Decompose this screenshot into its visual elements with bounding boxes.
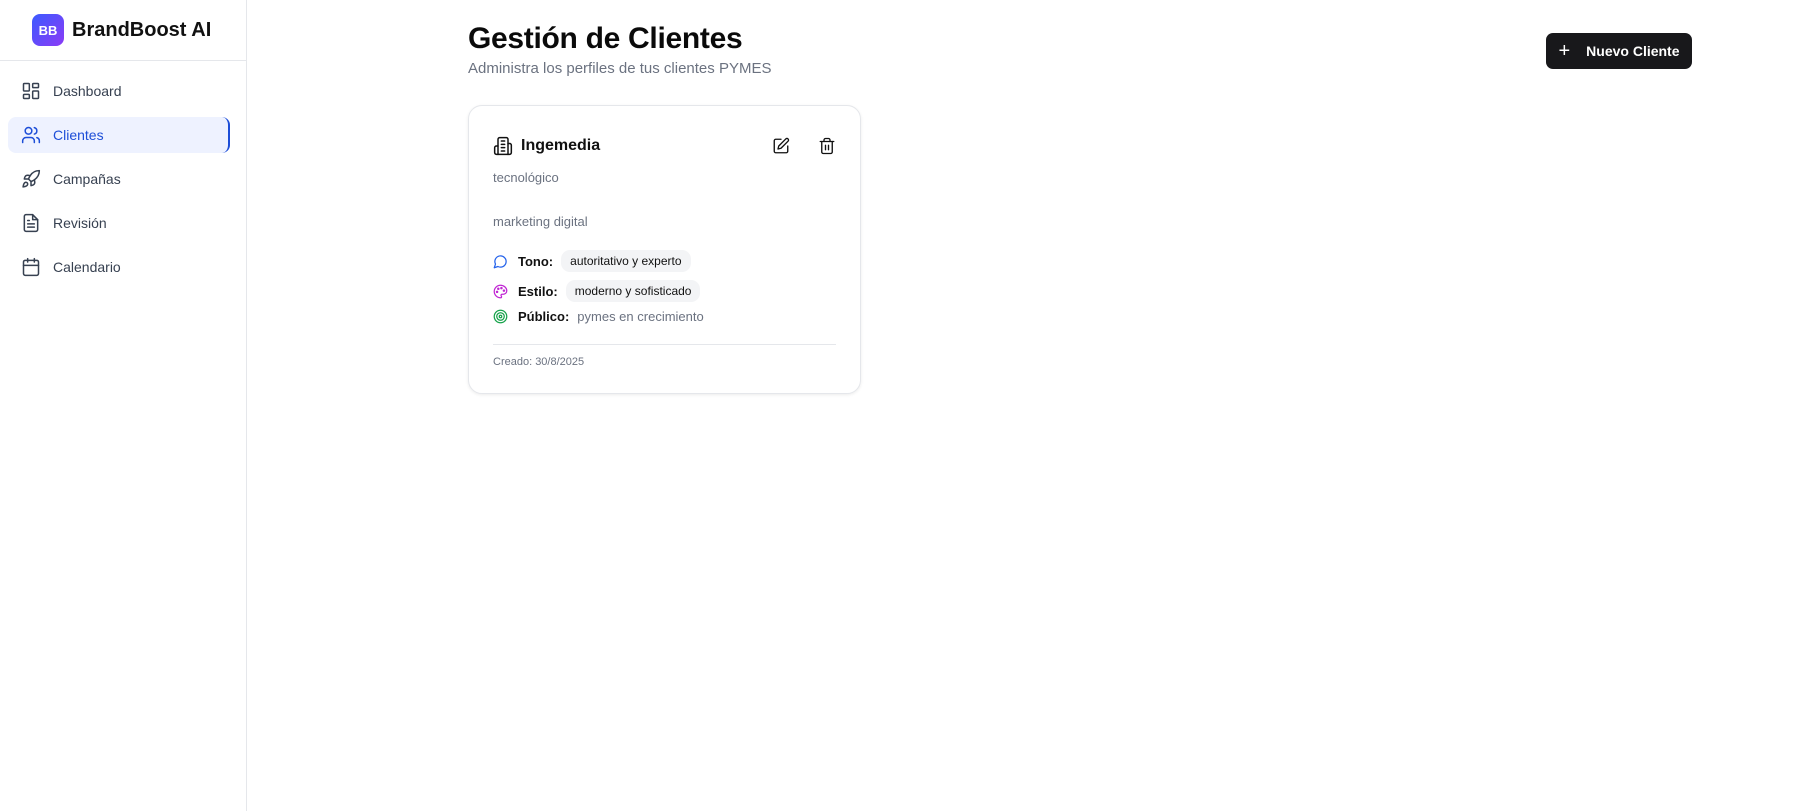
audience-row: Público: pymes en crecimiento xyxy=(493,309,704,324)
sidebar-item-calendario[interactable]: Calendario xyxy=(8,249,230,285)
dashboard-icon xyxy=(22,82,40,100)
sidebar-item-revision[interactable]: Revisión xyxy=(8,205,230,241)
tone-label: Tono: xyxy=(518,253,554,269)
sidebar-item-dashboard[interactable]: Dashboard xyxy=(8,73,230,109)
page-title: Gestión de Clientes xyxy=(468,22,743,55)
sidebar-item-clientes[interactable]: Clientes xyxy=(8,117,230,153)
palette-icon xyxy=(493,284,508,298)
client-card-header: Ingemedia xyxy=(493,136,600,156)
sidebar-nav: Dashboard Clientes Campañas Revisión Cal… xyxy=(0,61,246,285)
building-icon xyxy=(493,136,513,156)
new-client-button-label: Nuevo Cliente xyxy=(1586,43,1680,59)
sidebar-item-label: Campañas xyxy=(53,171,121,187)
edit-icon[interactable] xyxy=(772,137,790,155)
style-row: Estilo: moderno y sofisticado xyxy=(493,280,701,302)
style-label: Estilo: xyxy=(518,283,558,299)
sidebar-item-label: Calendario xyxy=(53,259,121,275)
trash-icon[interactable] xyxy=(818,137,836,155)
style-badge: moderno y sofisticado xyxy=(565,280,701,302)
created-date: Creado: 30/8/2025 xyxy=(493,356,585,368)
client-service: marketing digital xyxy=(493,214,588,229)
new-client-button[interactable]: + Nuevo Cliente xyxy=(1546,33,1692,69)
main-content: Gestión de Clientes Administra los perfi… xyxy=(247,0,1807,811)
brand-header: BB BrandBoost AI xyxy=(0,0,246,61)
calendar-icon xyxy=(22,257,40,277)
client-card: Ingemedia tecnológico marketing digital … xyxy=(468,105,861,394)
card-divider xyxy=(493,344,836,345)
client-card-actions xyxy=(772,137,836,155)
client-industry: tecnológico xyxy=(493,170,559,185)
page-subtitle: Administra los perfiles de tus clientes … xyxy=(468,60,772,77)
plus-icon: + xyxy=(1558,40,1571,62)
client-name: Ingemedia xyxy=(521,137,601,154)
sidebar: BB BrandBoost AI Dashboard Clientes Camp… xyxy=(0,0,247,811)
audience-label: Público: xyxy=(518,309,570,324)
tone-row: Tono: autoritativo y experto xyxy=(493,250,691,272)
target-icon xyxy=(493,309,508,324)
rocket-icon xyxy=(22,169,41,188)
users-icon xyxy=(21,126,41,144)
message-circle-icon xyxy=(493,254,507,268)
brand-name: BrandBoost AI xyxy=(72,18,212,41)
sidebar-item-label: Dashboard xyxy=(53,83,122,99)
document-icon xyxy=(23,213,39,233)
brand-logo: BB xyxy=(32,14,64,46)
sidebar-item-campanas[interactable]: Campañas xyxy=(8,161,230,197)
audience-value: pymes en crecimiento xyxy=(577,309,704,324)
tone-badge: autoritativo y experto xyxy=(561,250,691,272)
sidebar-item-label: Revisión xyxy=(53,215,107,231)
sidebar-item-label: Clientes xyxy=(53,127,104,143)
